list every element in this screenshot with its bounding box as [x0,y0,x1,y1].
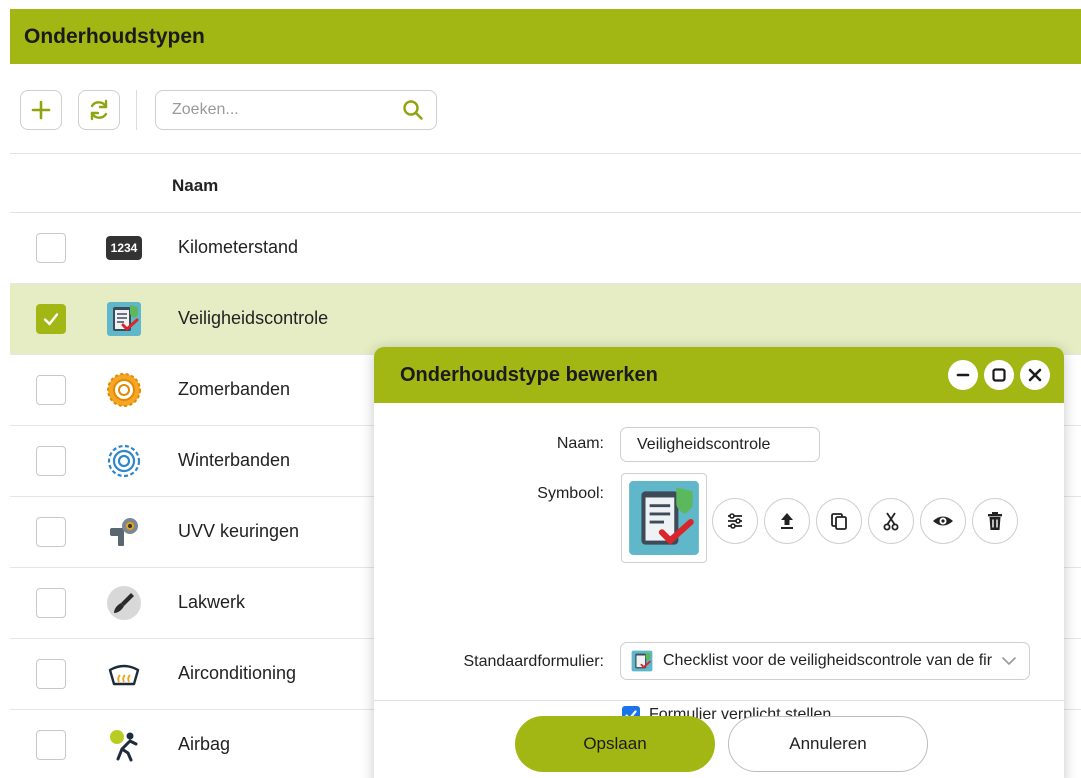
symbol-cut-button[interactable] [868,498,914,544]
table-row[interactable]: Veiligheidscontrole [10,284,1081,355]
row-checkbox[interactable] [36,233,66,263]
symbol-label: Symbool: [537,485,604,502]
symbol-preview-button[interactable] [920,498,966,544]
symbol-settings-button[interactable] [712,498,758,544]
maximize-button[interactable] [984,360,1014,390]
row-checkbox[interactable] [36,375,66,405]
checklist-icon [631,650,653,672]
table-header: Naam [10,153,1081,213]
row-label: Kilometerstand [178,237,299,257]
inspection-icon [105,513,143,551]
row-label: UVV keuringen [178,521,300,541]
close-button[interactable] [1020,360,1050,390]
cut-icon [883,512,899,531]
symbol-preview[interactable] [621,473,707,563]
maximize-icon [992,368,1006,382]
symbol-upload-button[interactable] [764,498,810,544]
name-label: Naam: [556,435,604,452]
row-checkbox[interactable] [36,517,66,547]
form-label: Standaardformulier: [463,653,604,670]
dialog-title: Onderhoudstype bewerken [400,363,658,386]
row-label: Veiligheidscontrole [178,308,329,328]
refresh-button[interactable] [78,90,120,130]
dialog-footer: Opslaan Annuleren [374,700,1064,778]
eye-icon [933,516,953,526]
minimize-button[interactable] [948,360,978,390]
row-label: Airbag [178,734,231,754]
toolbar [20,90,437,130]
summer-tire-icon [105,371,143,409]
plus-icon [31,100,51,120]
window-controls [948,360,1050,390]
name-field[interactable]: Veiligheidscontrole [620,427,820,462]
symbol-copy-button[interactable] [816,498,862,544]
row-checkbox[interactable] [36,730,66,760]
close-icon [1028,368,1042,382]
dialog-body: Naam: Veiligheidscontrole Symbool: Stand… [374,403,1064,724]
refresh-icon [90,99,108,121]
cancel-button[interactable]: Annuleren [728,716,928,772]
save-button[interactable]: Opslaan [515,716,715,772]
dialog-header[interactable]: Onderhoudstype bewerken [374,347,1064,403]
copy-icon [831,513,847,530]
name-value: Veiligheidscontrole [637,435,771,453]
checklist-icon [629,481,699,555]
odometer-text: 1234 [105,236,143,260]
column-header-name[interactable]: Naam [172,176,218,196]
row-label: Lakwerk [178,592,246,612]
row-checkbox[interactable] [36,659,66,689]
table-row[interactable]: 1234 Kilometerstand [10,213,1081,284]
add-button[interactable] [20,90,62,130]
airconditioning-icon [105,655,143,693]
minimize-icon [956,373,970,377]
settings-icon [728,513,742,529]
upload-icon [781,513,793,529]
form-select-text: Checklist voor de veiligheidscontrole va… [663,652,993,669]
row-checkbox[interactable] [36,588,66,618]
trash-icon [988,512,1002,530]
row-label: Zomerbanden [178,379,291,399]
form-select[interactable]: Checklist voor de veiligheidscontrole va… [620,642,1030,680]
odometer-icon: 1234 [105,229,143,267]
symbol-delete-button[interactable] [972,498,1018,544]
search-icon[interactable] [402,99,424,121]
winter-tire-icon [105,442,143,480]
airbag-icon [105,726,143,764]
row-checkbox[interactable] [36,304,66,334]
form-select-value: Checklist voor de veiligheidscontrole va… [631,650,992,672]
checklist-icon [105,300,143,338]
symbol-actions [712,498,1018,544]
search-input[interactable] [172,101,372,119]
row-label: Winterbanden [178,450,291,470]
page-title: Onderhoudstypen [24,24,205,48]
edit-dialog: Onderhoudstype bewerken Naam: Veiligheid… [374,347,1064,778]
paint-brush-icon [105,584,143,622]
toolbar-divider [136,90,137,130]
chevron-down-icon[interactable] [1001,653,1017,669]
checkmark-icon [43,313,59,326]
search-box[interactable] [155,90,437,130]
row-checkbox[interactable] [36,446,66,476]
row-label: Airconditioning [178,663,297,683]
page-header: Onderhoudstypen [10,9,1081,64]
